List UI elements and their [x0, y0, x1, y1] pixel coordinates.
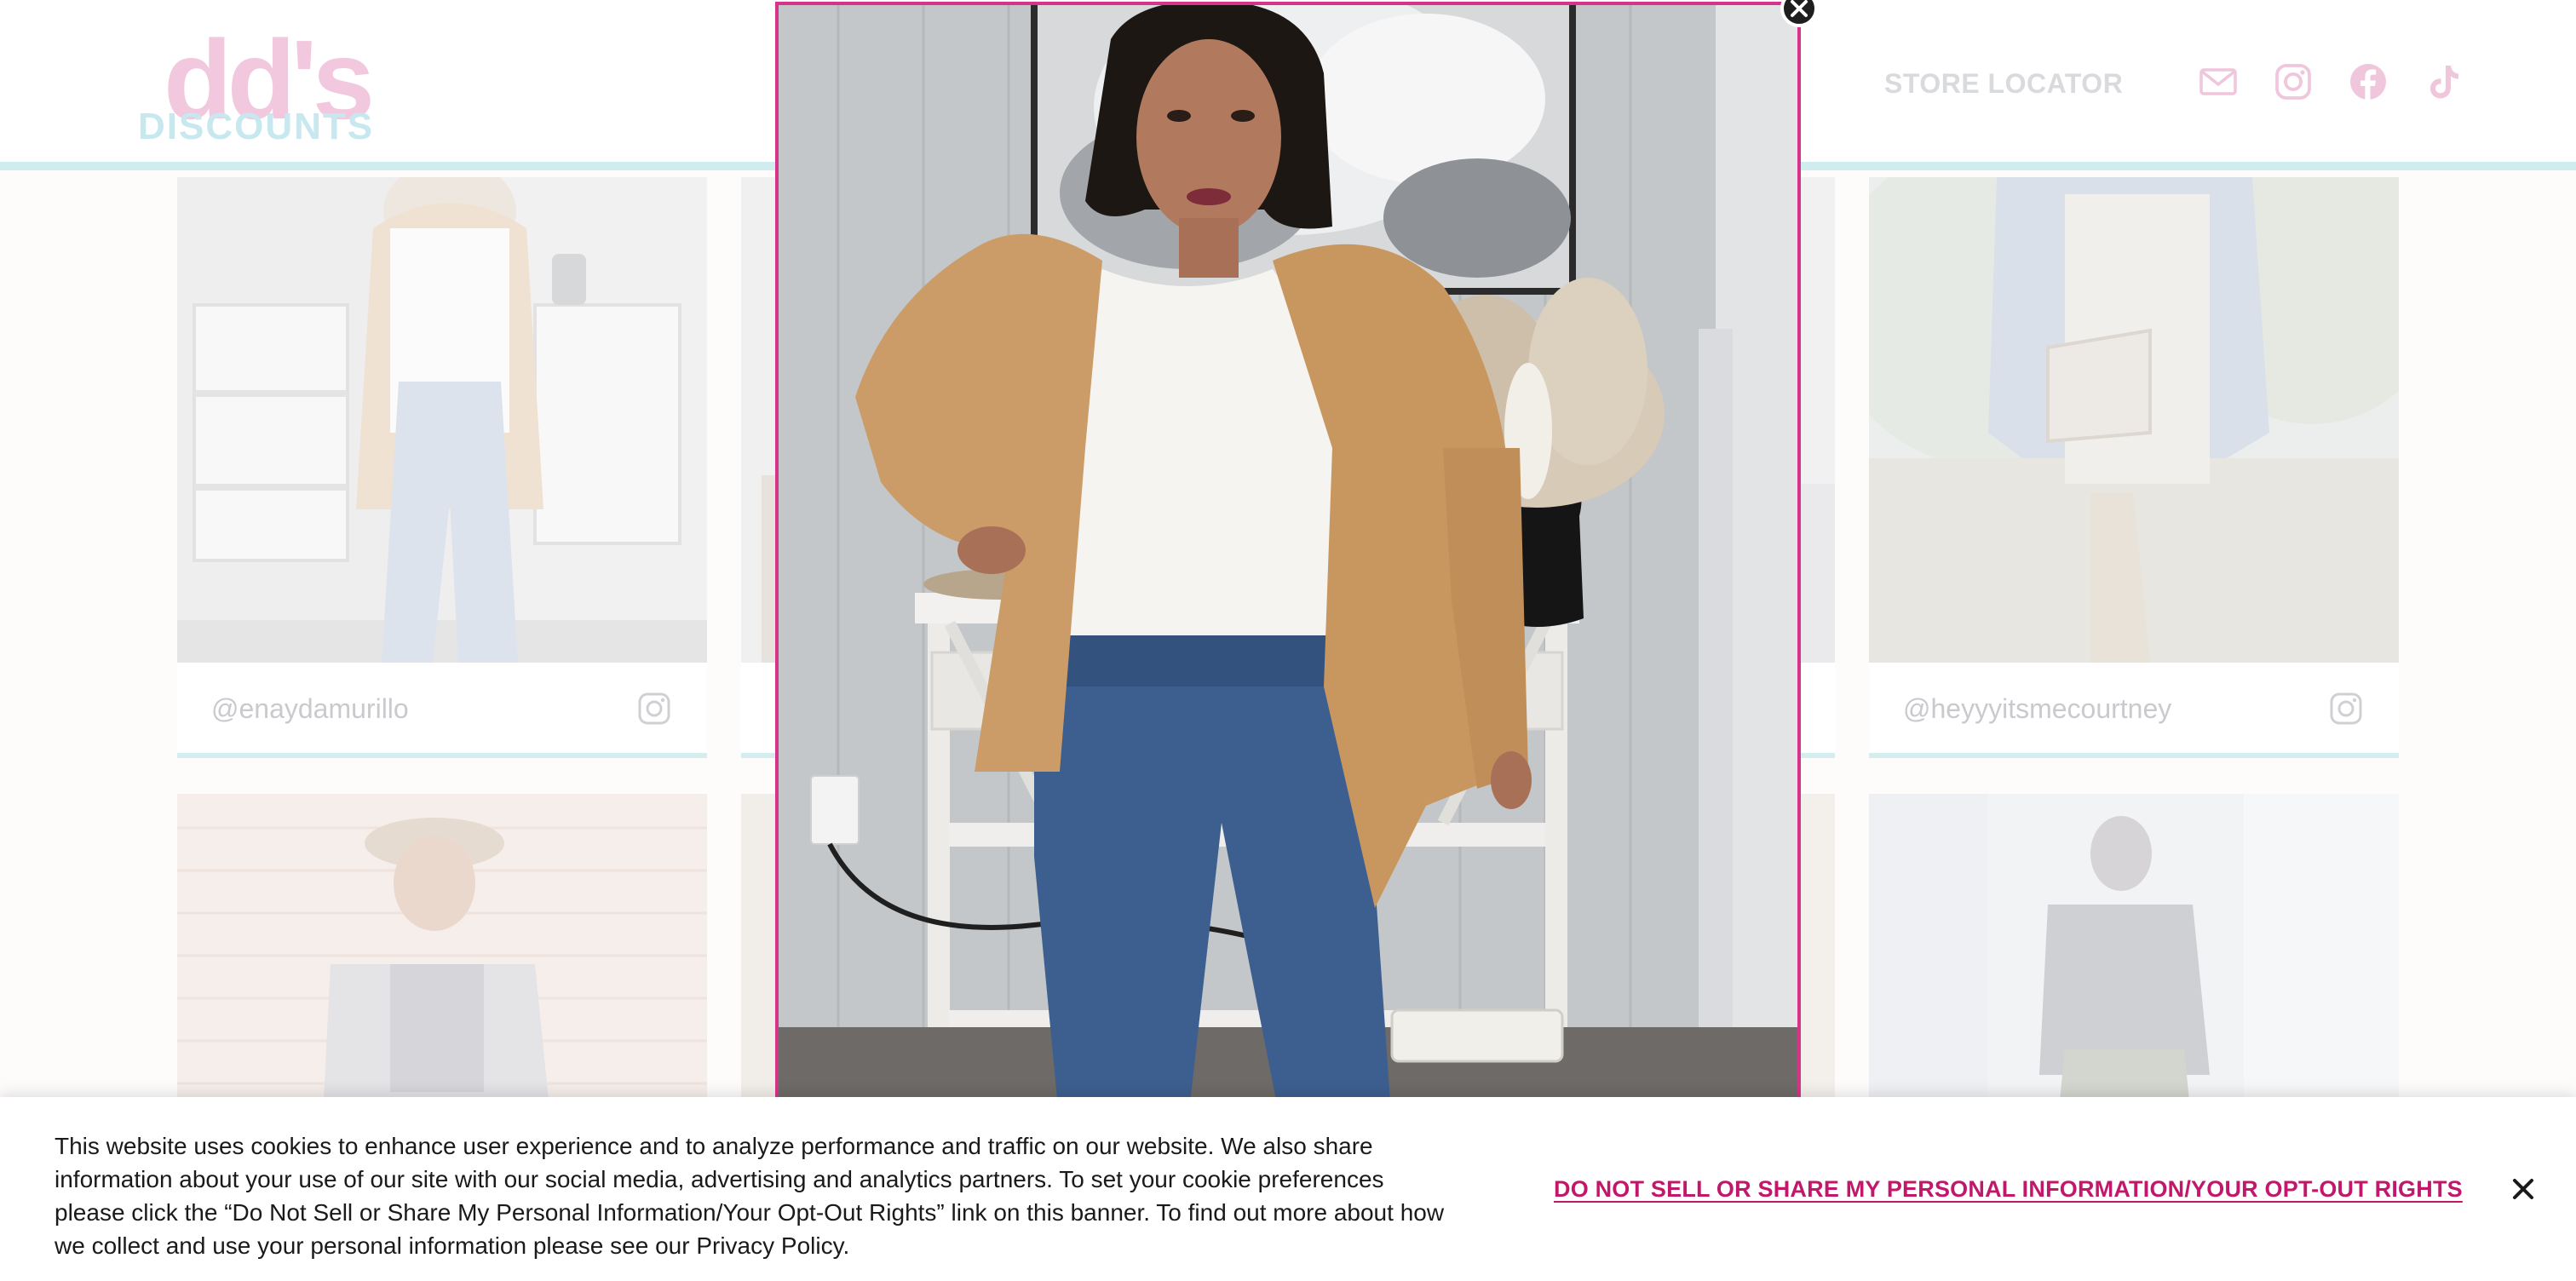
- card-handle[interactable]: @heyyyitsmecourtney: [1903, 692, 2171, 726]
- gallery-card[interactable]: [1869, 794, 2399, 1135]
- close-icon: [1791, 0, 1808, 17]
- close-icon: [2513, 1179, 2533, 1199]
- image-lightbox-modal: [775, 2, 1801, 1126]
- opt-out-rights-link[interactable]: DO NOT SELL OR SHARE MY PERSONAL INFORMA…: [1554, 1174, 2463, 1204]
- card-footer: @enaydamurillo: [177, 663, 707, 753]
- gallery-card[interactable]: @heyyyitsmecourtney: [1869, 177, 2399, 758]
- modal-photo: [779, 5, 1797, 1123]
- cookie-banner: This website uses cookies to enhance use…: [0, 1097, 2576, 1281]
- gallery-card-partial: [1801, 177, 1835, 758]
- dds-discounts-logo[interactable]: dd's DISCOUNTS: [138, 24, 375, 148]
- logo-wordmark-bottom: DISCOUNTS: [138, 106, 375, 147]
- instagram-icon[interactable]: [637, 692, 671, 726]
- gallery-card[interactable]: [177, 794, 707, 1135]
- gallery-card-partial: [741, 794, 775, 1135]
- gallery-card-partial: [1801, 794, 1835, 1135]
- cookie-banner-text: This website uses cookies to enhance use…: [55, 1133, 1445, 1259]
- gallery-photo: [1801, 794, 1835, 1135]
- gallery-photo: [741, 794, 775, 1135]
- card-footer: @heyyyitsmecourtney: [1869, 663, 2399, 753]
- page: dd's DISCOUNTS E STORE LOCATOR: [0, 0, 2576, 1281]
- cookie-banner-close-button[interactable]: [2508, 1174, 2539, 1204]
- card-handle[interactable]: @enaydamurillo: [211, 692, 409, 726]
- gallery-photo: [1801, 177, 1835, 663]
- gallery-photo: [177, 794, 707, 1135]
- facebook-icon[interactable]: [2348, 61, 2389, 102]
- tiktok-icon[interactable]: [2423, 61, 2464, 102]
- mail-icon[interactable]: [2198, 61, 2239, 102]
- nav-store-locator[interactable]: STORE LOCATOR: [1884, 66, 2123, 101]
- gallery-photo: [177, 177, 707, 663]
- gallery-photo: [1869, 177, 2399, 663]
- instagram-icon[interactable]: [2273, 61, 2314, 102]
- gallery-card-partial: [741, 177, 775, 758]
- gallery-card[interactable]: @enaydamurillo: [177, 177, 707, 758]
- gallery-photo: [741, 177, 775, 663]
- gallery-photo: [1869, 794, 2399, 1135]
- instagram-icon[interactable]: [2329, 692, 2363, 726]
